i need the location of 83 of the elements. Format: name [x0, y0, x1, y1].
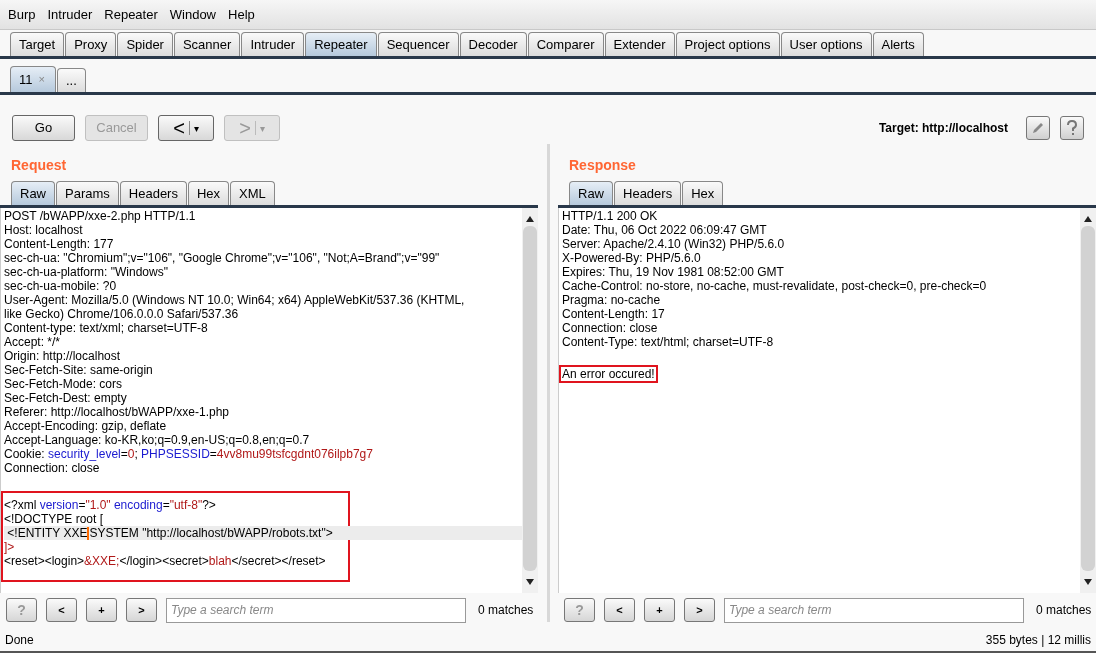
header-line: X-Powered-By: PHP/5.6.0 — [562, 251, 702, 265]
match-count: 0 matches — [478, 602, 534, 619]
search-field[interactable]: Type a search term — [724, 597, 1024, 623]
header-line: Accept-Encoding: gzip, deflate — [4, 419, 168, 433]
code-line: ]> — [4, 540, 16, 555]
header-line: Content-Type: text/html; charset=UTF-8 — [562, 335, 775, 349]
search-nav-button[interactable]: + — [644, 598, 675, 622]
tab[interactable]: Sequencer — [377, 32, 459, 56]
status-text: Done — [5, 632, 34, 649]
header-line: Accept: */* — [4, 335, 62, 349]
panel-title: Request — [11, 156, 68, 175]
header-line: Connection: close — [562, 321, 659, 335]
header-line: Content-Length: 17 — [562, 307, 666, 321]
search-nav-button[interactable]: > — [126, 598, 157, 622]
menu-item[interactable]: Repeater — [102, 4, 160, 25]
tab[interactable]: Intruder — [241, 32, 305, 56]
header-line: POST /bWAPP/xxe-2.php HTTP/1.1 — [4, 209, 197, 223]
target-label: Target: http://localhost — [878, 120, 1008, 137]
edit-button[interactable] — [1026, 116, 1050, 140]
search-nav-button[interactable]: < — [46, 598, 77, 622]
code-line: Cookie: security_level=0; PHPSESSID=4vv8mu99tsfcgdnt076ilpb7g7 — [4, 447, 374, 461]
header-line: Sec-Fetch-Mode: cors — [4, 377, 124, 391]
tab[interactable]: Decoder — [459, 32, 527, 56]
header-line: Sec-Fetch-Dest: empty — [4, 391, 128, 405]
help-button[interactable] — [1060, 116, 1084, 140]
header-line: sec-ch-ua: "Chromium";v="106", "Google Chrome";v="106", "Not;A=Brand";v="99" — [4, 251, 441, 265]
header-line: Pragma: no-cache — [562, 293, 662, 307]
header-line: Host: localhost — [4, 223, 84, 237]
header-line: Origin: http://localhost — [4, 349, 122, 363]
header-line: Cache-Control: no-store, no-cache, must-revalidate, post-check=0, pre-check=0 — [562, 279, 988, 293]
tab[interactable]: User options — [780, 32, 872, 56]
back-button[interactable]: < ▾ — [158, 115, 214, 141]
header-line: Date: Thu, 06 Oct 2022 06:09:47 GMT — [562, 223, 768, 237]
code-line: <reset><login>&XXE;</login><secret>blah</secret></reset> — [4, 554, 327, 569]
tab[interactable]: Target — [10, 32, 65, 56]
tab[interactable]: Extender — [604, 32, 675, 56]
tab[interactable]: Hex — [682, 181, 724, 205]
tab[interactable]: 11 × — [10, 66, 56, 92]
tab[interactable]: Params — [56, 181, 119, 205]
search-nav-button[interactable]: > — [684, 598, 715, 622]
tab[interactable]: Alerts — [872, 32, 924, 56]
header-line: Referer: http://localhost/bWAPP/xxe-1.php — [4, 405, 230, 419]
toolbar-button[interactable]: Go — [12, 115, 75, 141]
tab[interactable]: Comparer — [527, 32, 604, 56]
pencil-icon — [1031, 121, 1045, 135]
menu-item[interactable]: Intruder — [45, 4, 95, 25]
code-line: An error occured! — [562, 367, 655, 381]
tab[interactable]: ... — [57, 68, 86, 92]
header-line: Connection: close — [4, 461, 101, 475]
header-line: HTTP/1.1 200 OK — [562, 209, 659, 223]
header-line: Content-type: text/xml; charset=UTF-8 — [4, 321, 209, 335]
tab[interactable]: Headers — [119, 181, 187, 205]
header-line: Content-Length: 177 — [4, 237, 115, 251]
header-line: Expires: Thu, 19 Nov 1981 08:52:00 GMT — [562, 265, 785, 279]
tab[interactable]: Raw — [11, 181, 55, 205]
tab[interactable]: Project options — [675, 32, 780, 56]
tab[interactable]: Repeater — [305, 32, 377, 56]
match-count: 0 matches — [1036, 602, 1092, 619]
menu-item[interactable]: Help — [226, 4, 257, 25]
code-line: <?xml version="1.0" encoding="utf-8"?> — [4, 498, 217, 512]
header-line: sec-ch-ua-platform: "Windows" — [4, 265, 169, 279]
help-icon — [1066, 120, 1078, 136]
menu-item[interactable]: Window — [167, 4, 218, 25]
tab[interactable]: Headers — [614, 181, 682, 205]
tab[interactable]: Spider — [117, 32, 173, 56]
tab[interactable]: Hex — [187, 181, 230, 205]
tab[interactable]: Proxy — [65, 32, 117, 56]
search-field[interactable]: Type a search term — [166, 597, 466, 623]
search-nav-button[interactable]: < — [604, 598, 635, 622]
header-line: Server: Apache/2.4.10 (Win32) PHP/5.6.0 — [562, 237, 786, 251]
tab[interactable]: Raw — [569, 181, 613, 205]
header-line: Accept-Language: ko-KR,ko;q=0.9,en-US;q=0.8,en;q=0.7 — [4, 433, 311, 447]
search-nav-button[interactable]: + — [86, 598, 117, 622]
status-text: 355 bytes | 12 millis — [985, 632, 1091, 649]
code-line: <!DOCTYPE root [ — [4, 512, 105, 526]
tab[interactable]: XML — [230, 181, 275, 205]
header-line: Sec-Fetch-Site: same-origin — [4, 363, 154, 377]
header-line: like Gecko) Chrome/106.0.0.0 Safari/537.36 — [4, 307, 240, 321]
header-line: sec-ch-ua-mobile: ?0 — [4, 279, 118, 293]
menu-item[interactable]: Burp — [6, 4, 38, 25]
header-line: User-Agent: Mozilla/5.0 (Windows NT 10.0; Win64; x64) AppleWebKit/537.36 (KHTML, — [4, 293, 466, 307]
tab[interactable]: Scanner — [173, 32, 241, 56]
panel-title: Response — [569, 156, 637, 175]
